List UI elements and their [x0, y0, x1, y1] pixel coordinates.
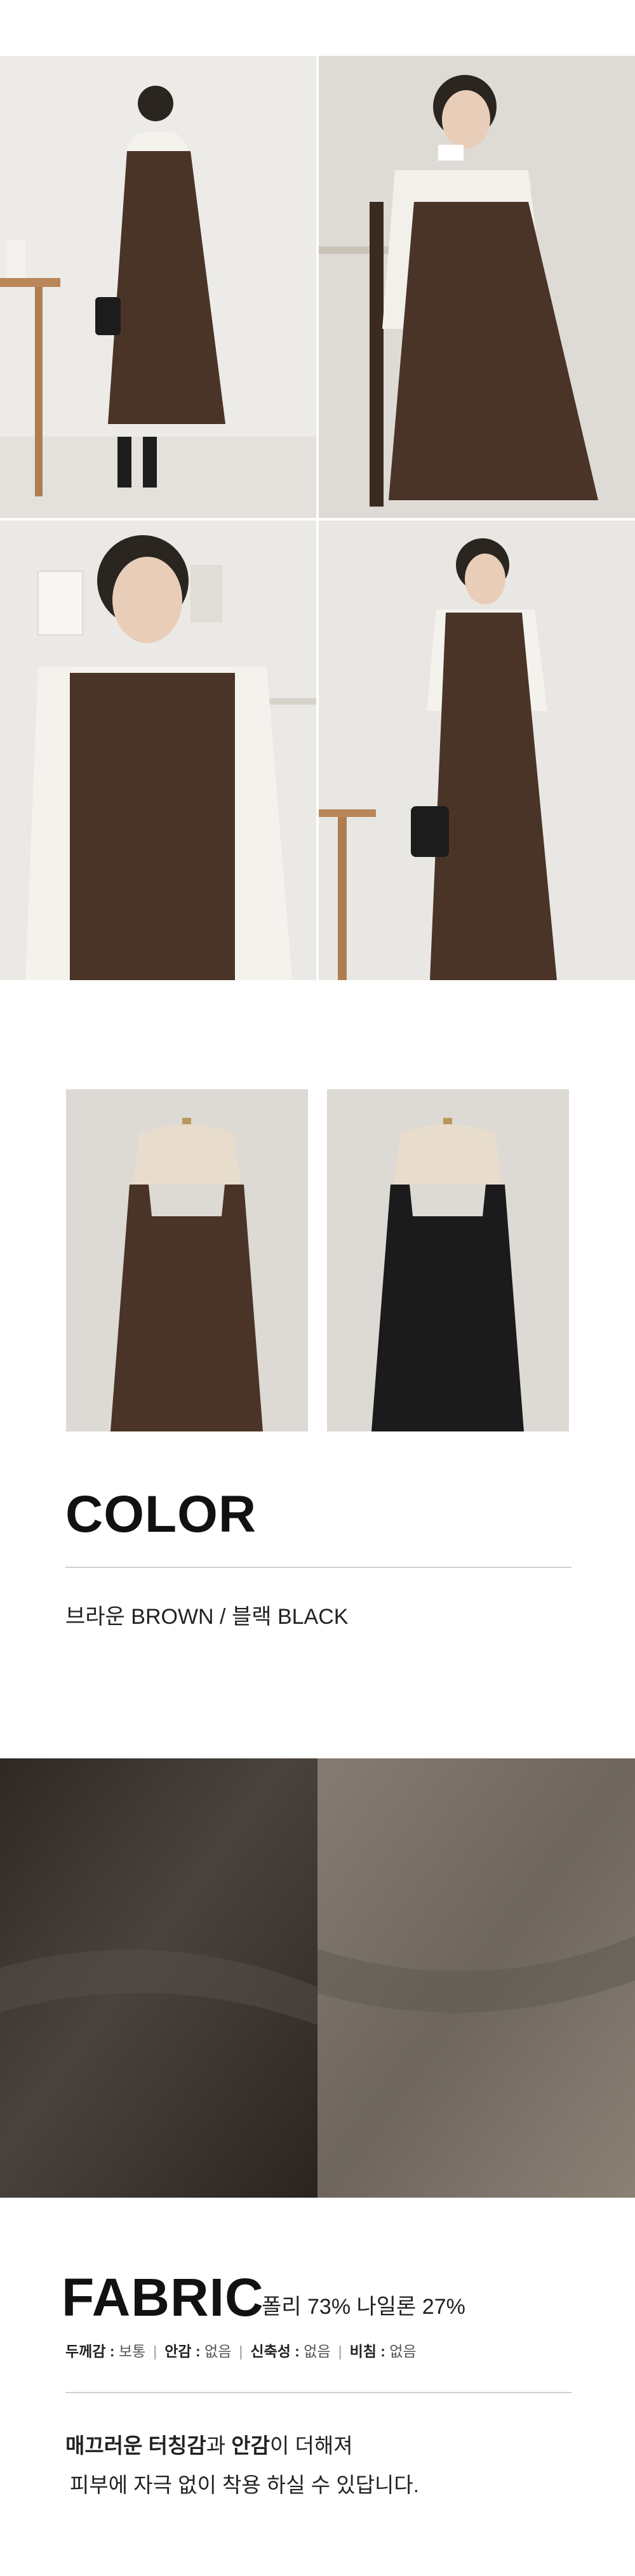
- fabric-heading: FABRIC: [62, 2267, 264, 2327]
- lookbook-photo-standing: [0, 56, 316, 518]
- desc-emphasis: 안감: [231, 2434, 270, 2457]
- fabric-composition: 폴리 73% 나일론 27%: [262, 2295, 465, 2319]
- color-separator: /: [213, 1605, 232, 1629]
- desc-text: 과: [206, 2434, 232, 2457]
- color-divider: [65, 1567, 572, 1568]
- swatch-photo-black: [327, 1089, 569, 1431]
- property-label: 비침: [349, 2343, 377, 2360]
- property-value: 없음: [304, 2343, 331, 2360]
- lookbook-photo-handbag: [319, 521, 635, 980]
- fabric-description-line2: 피부에 자극 없이 착용 하실 수 있답니다.: [70, 2473, 419, 2497]
- color-option-black: 블랙 BLACK: [231, 1605, 349, 1629]
- fabric-description-line1: 매끄러운 터칭감과 안감이 더해져: [65, 2435, 353, 2456]
- property-value: 없음: [204, 2343, 232, 2360]
- color-option-brown: 브라운 BROWN: [65, 1605, 214, 1629]
- lookbook-photo-closeup: [0, 521, 316, 980]
- color-heading: COLOR: [65, 1485, 257, 1543]
- desc-text: 이 더해져: [269, 2434, 353, 2457]
- property-label: 두께감: [65, 2343, 106, 2360]
- lookbook-photo-seated: [319, 56, 635, 518]
- color-options: 브라운 BROWN / 블랙 BLACK: [65, 1606, 348, 1628]
- property-value: 없음: [389, 2343, 417, 2360]
- desc-emphasis: 매끄러운 터칭감: [65, 2434, 206, 2457]
- property-label: 안감: [164, 2343, 192, 2360]
- property-value: 보통: [118, 2343, 146, 2360]
- fabric-properties: 두께감 : 보통 | 안감 : 없음 | 신축성 : 없음 | 비침 : 없음: [65, 2343, 417, 2360]
- fabric-swatch-gray: [318, 1758, 635, 2198]
- property-label: 신축성: [250, 2343, 291, 2360]
- fabric-swatch-brown: [0, 1758, 318, 2198]
- fabric-divider: [65, 2392, 572, 2393]
- swatch-photo-brown: [66, 1089, 308, 1431]
